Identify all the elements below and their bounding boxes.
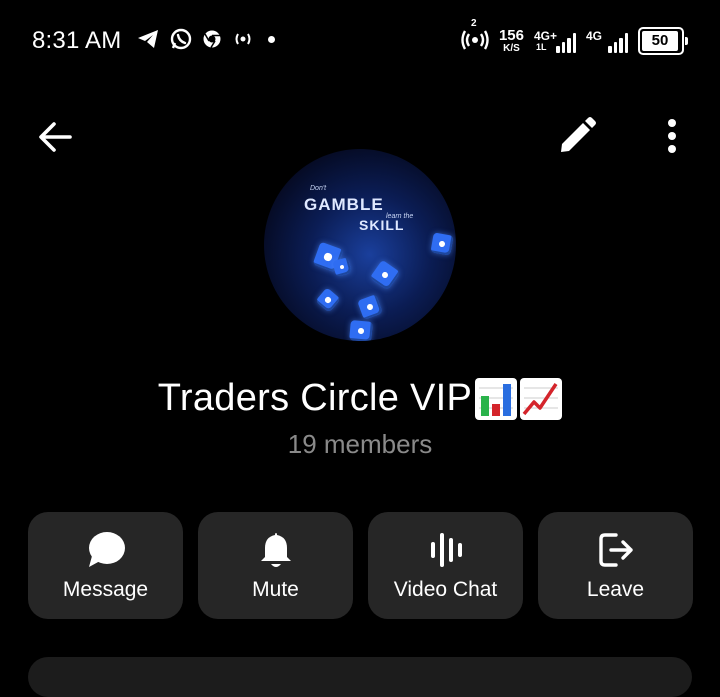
member-count[interactable]: 19 members — [0, 429, 720, 460]
signal-icon: 4G+ 1L — [534, 29, 576, 53]
die-graphic — [349, 320, 373, 341]
bar-chart-emoji — [475, 377, 518, 420]
video-chat-button[interactable]: Video Chat — [368, 512, 523, 619]
battery-level: 50 — [651, 31, 669, 49]
avatar-text-skill: SKILL — [359, 217, 405, 233]
message-bubble-icon — [86, 530, 126, 570]
more-notifications-dot — [268, 35, 275, 43]
die-graphic — [369, 259, 401, 291]
network-speed-unit: K/S — [503, 42, 520, 54]
mute-label: Mute — [252, 578, 299, 601]
status-system-icons: 2 156 K/S 4G+ 1L 4G 50 — [461, 18, 688, 57]
hotspot-icon: 2 — [461, 18, 489, 57]
signal2-label: 4G — [586, 28, 603, 43]
avatar-text-gamble: GAMBLE — [304, 195, 384, 214]
action-buttons: Message Mute Video Chat Leave — [28, 512, 693, 619]
status-bar: 8:31 AM 2 156 K/S 4G+ 1L 4G 50 — [0, 0, 720, 80]
group-title: Traders Circle VIP — [0, 377, 720, 420]
status-notification-icons — [136, 28, 275, 50]
whatsapp-icon — [170, 28, 192, 50]
die-graphic — [430, 232, 454, 256]
back-button[interactable] — [34, 116, 76, 158]
signal1-sublabel: 1L — [536, 41, 547, 52]
group-name-text: Traders Circle VIP — [157, 377, 473, 419]
leave-icon — [596, 530, 636, 570]
die-graphic — [315, 287, 341, 313]
signal1-label: 4G+ — [534, 28, 558, 43]
leave-label: Leave — [586, 578, 645, 601]
audio-waves-icon — [426, 530, 466, 570]
edit-button[interactable] — [557, 116, 597, 156]
hotspot-count: 2 — [470, 18, 477, 29]
chart-increasing-emoji — [520, 377, 563, 420]
message-button[interactable]: Message — [28, 512, 183, 619]
message-label: Message — [62, 578, 149, 601]
more-options-button[interactable] — [657, 116, 687, 156]
mute-button[interactable]: Mute — [198, 512, 353, 619]
hotspot-icon — [232, 30, 254, 48]
bell-icon — [256, 530, 296, 570]
signal-icon: 4G — [586, 29, 628, 53]
more-vertical-icon — [668, 119, 676, 153]
info-card — [28, 657, 692, 697]
leave-button[interactable]: Leave — [538, 512, 693, 619]
status-time: 8:31 AM — [32, 27, 122, 54]
video-chat-label: Video Chat — [393, 578, 498, 601]
arrow-left-icon — [39, 122, 72, 152]
chrome-icon — [202, 29, 222, 49]
die-graphic — [332, 257, 352, 277]
battery-icon: 50 — [638, 26, 688, 55]
avatar-text-dont: Don't — [310, 185, 327, 192]
die-graphic — [357, 294, 383, 320]
network-speed-value: 156 — [498, 26, 524, 44]
group-avatar[interactable]: Don't GAMBLE learn the SKILL — [264, 149, 456, 341]
telegram-icon — [136, 28, 160, 50]
pencil-icon — [561, 117, 596, 152]
network-speed: 156 K/S — [499, 28, 524, 54]
